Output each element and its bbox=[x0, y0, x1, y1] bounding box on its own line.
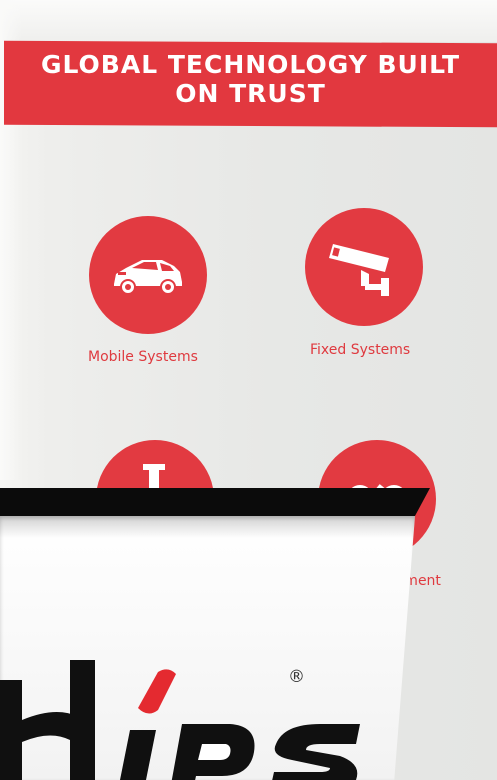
security-camera-icon bbox=[329, 244, 389, 296]
trade-show-banner: GLOBAL TECHNOLOGY BUILT ON TRUST Mobile … bbox=[0, 0, 497, 780]
banner-headline: GLOBAL TECHNOLOGY BUILT ON TRUST bbox=[41, 50, 460, 108]
mobile-systems-circle bbox=[89, 216, 207, 334]
registered-mark: ® bbox=[288, 667, 305, 687]
feature-label-fixed-systems: Fixed Systems bbox=[310, 342, 411, 358]
fixed-systems-circle bbox=[305, 208, 423, 326]
box-shadow bbox=[0, 516, 415, 538]
car-icon bbox=[114, 260, 182, 295]
logo-graphic bbox=[0, 660, 360, 780]
feature-label-mobile-systems: Mobile Systems bbox=[88, 349, 198, 365]
box-top-strip bbox=[0, 488, 430, 520]
banner-top bbox=[0, 0, 497, 42]
